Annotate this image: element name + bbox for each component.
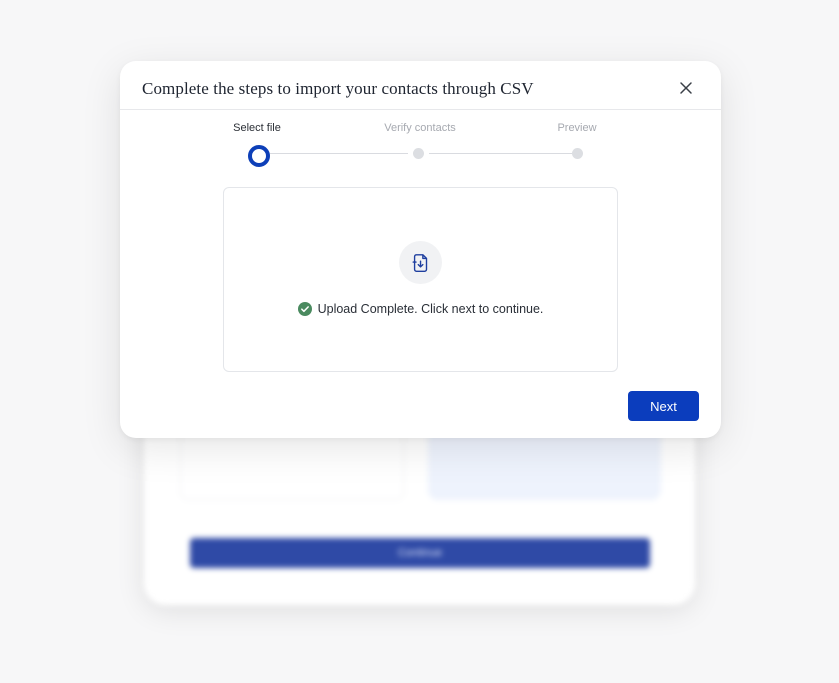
upload-status: Upload Complete. Click next to continue.: [224, 302, 617, 316]
step-connector-1: [270, 153, 408, 154]
step-label-verify-contacts: Verify contacts: [384, 122, 456, 134]
step-label-select-file: Select file: [233, 122, 281, 134]
modal-header: Complete the steps to import your contac…: [120, 61, 721, 110]
file-import-icon: [412, 253, 427, 272]
stepper: Select file Verify contacts Preview: [120, 122, 721, 172]
next-button[interactable]: Next: [628, 391, 699, 421]
step-indicator-verify-contacts: [413, 148, 424, 159]
background-continue-button: Continue: [190, 538, 650, 568]
step-indicator-select-file: [248, 145, 270, 167]
import-csv-modal: Complete the steps to import your contac…: [120, 61, 721, 438]
check-circle-icon: [297, 302, 312, 316]
step-connector-2: [429, 153, 572, 154]
file-icon-container: [399, 241, 442, 284]
upload-dropzone[interactable]: Upload Complete. Click next to continue.: [223, 187, 618, 372]
close-button[interactable]: [677, 79, 695, 97]
modal-title: Complete the steps to import your contac…: [142, 78, 534, 98]
step-indicator-preview: [572, 148, 583, 159]
upload-status-text: Upload Complete. Click next to continue.: [317, 302, 544, 316]
close-icon: [680, 82, 692, 94]
step-label-preview: Preview: [557, 122, 597, 134]
